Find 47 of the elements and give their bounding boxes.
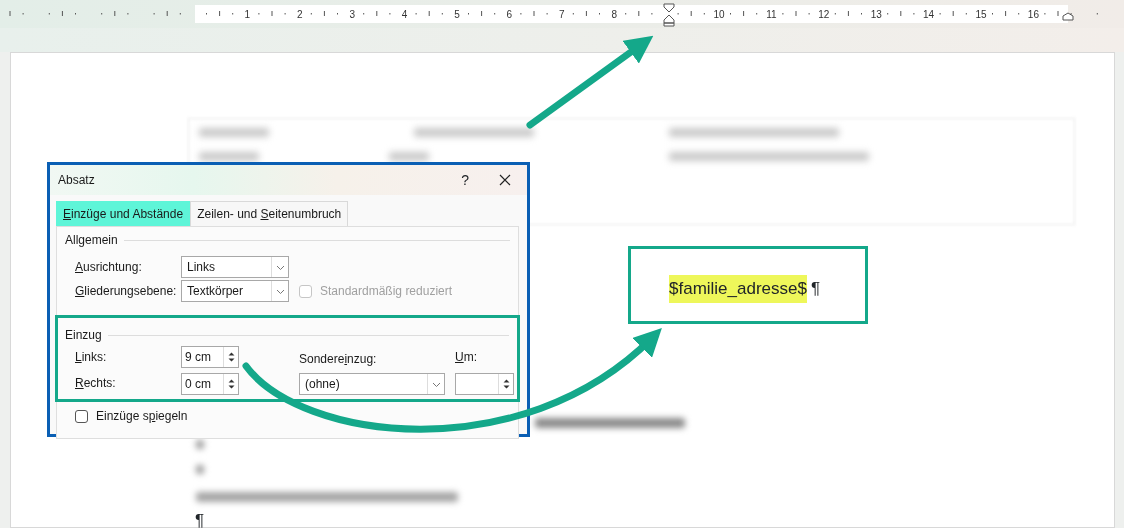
paragraph-mark: ¶ bbox=[195, 512, 205, 528]
blurred-text bbox=[196, 440, 204, 449]
ruler-number: 7 bbox=[558, 8, 566, 22]
chevron-down-icon bbox=[275, 288, 285, 294]
left-indent-spinner[interactable]: 9 cm bbox=[181, 346, 239, 368]
ruler-number: 12 bbox=[817, 8, 831, 22]
chevron-down-icon bbox=[275, 264, 285, 270]
ruler-number: 4 bbox=[400, 8, 409, 22]
field-label: Links: bbox=[75, 349, 108, 366]
ruler-number: 16 bbox=[1026, 8, 1040, 22]
ruler-number: 10 bbox=[712, 8, 726, 22]
field-label: Ausrichtung: bbox=[75, 259, 143, 276]
ruler-number: 8 bbox=[610, 8, 618, 22]
field-label: Sondereinzug: bbox=[299, 351, 378, 368]
checkbox-label: Einzüge spiegeln bbox=[96, 408, 188, 425]
spinner-arrows-icon bbox=[227, 351, 235, 363]
spinner-arrows-icon bbox=[227, 378, 235, 390]
field-label: Um: bbox=[455, 349, 478, 366]
paragraph-mark: ¶ bbox=[810, 278, 821, 301]
checkbox[interactable] bbox=[75, 409, 88, 423]
placeholder-text: $familie_adresse$ bbox=[669, 275, 807, 303]
checkbox-label: Standardmäßig reduziert bbox=[320, 283, 453, 300]
alignment-dropdown[interactable]: Links bbox=[181, 256, 289, 278]
dialog-title: Absatz bbox=[58, 172, 96, 189]
ruler-number: 5 bbox=[453, 8, 461, 22]
ruler-number: 6 bbox=[505, 8, 514, 22]
spinner-arrows-icon bbox=[502, 378, 510, 390]
ruler-number: 11 bbox=[765, 8, 778, 22]
ruler-number: 3 bbox=[348, 8, 356, 22]
help-button[interactable]: ? bbox=[461, 173, 469, 187]
chevron-down-icon bbox=[431, 381, 441, 387]
ruler-number: 13 bbox=[869, 8, 883, 22]
close-button[interactable] bbox=[499, 174, 511, 186]
outline-level-dropdown[interactable]: Textkörper bbox=[181, 280, 289, 302]
dialog-tab[interactable]: Einzüge und Abstände bbox=[56, 201, 191, 226]
right-indent-spinner[interactable]: 0 cm bbox=[181, 373, 239, 395]
group-title: Einzug bbox=[65, 327, 102, 344]
dialog-tab[interactable]: Zeilen- und Seitenumbruch bbox=[190, 201, 349, 226]
ruler-number: 14 bbox=[922, 8, 936, 22]
ruler-number: 2 bbox=[296, 8, 304, 22]
ruler-number: 15 bbox=[974, 8, 988, 22]
field-label: Rechts: bbox=[75, 375, 117, 392]
field-label: Gliederungsebene: bbox=[75, 283, 178, 300]
ruler-number: 1 bbox=[243, 8, 252, 22]
special-indent-dropdown[interactable]: (ohne) bbox=[299, 373, 445, 395]
blurred-text bbox=[196, 465, 204, 474]
group-title: Allgemein bbox=[65, 232, 118, 249]
